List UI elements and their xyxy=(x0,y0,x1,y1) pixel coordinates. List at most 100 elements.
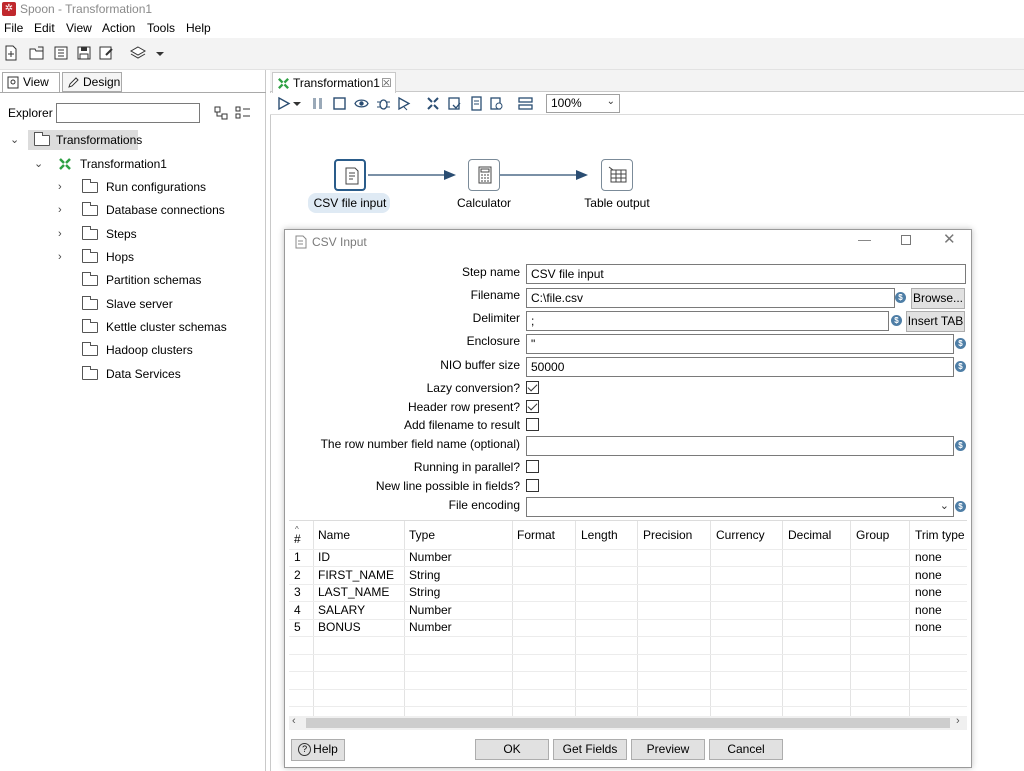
tab-design[interactable]: Design xyxy=(62,72,122,92)
menu-view[interactable]: View xyxy=(66,21,92,35)
grid-header-format[interactable]: Format xyxy=(517,521,555,549)
nio-buffer-size-input[interactable]: 50000 xyxy=(526,357,954,377)
preview-eye-icon[interactable] xyxy=(354,96,369,111)
table-cell-trim[interactable]: none xyxy=(915,548,942,566)
table-cell-trim[interactable]: none xyxy=(915,566,942,584)
tab-transformation1[interactable]: Transformation1 ☒ xyxy=(272,72,396,93)
table-cell-trim[interactable]: none xyxy=(915,618,942,636)
pause-icon[interactable] xyxy=(310,96,325,111)
tree-item-database-connections[interactable]: › Database connections xyxy=(58,200,258,220)
step-csv-file-input[interactable] xyxy=(334,159,366,191)
grid-header-decimal[interactable]: Decimal xyxy=(788,521,831,549)
variable-icon[interactable]: $ xyxy=(891,315,902,326)
table-cell-type[interactable]: String xyxy=(409,566,440,584)
show-results-icon[interactable] xyxy=(518,96,533,111)
ok-button[interactable]: OK xyxy=(475,739,549,760)
grid-header-trim-type[interactable]: Trim type xyxy=(915,521,965,549)
tree-item-partition-schemas[interactable]: Partition schemas xyxy=(58,270,258,290)
tab-view[interactable]: View xyxy=(2,72,60,92)
table-cell-type[interactable]: Number xyxy=(409,548,452,566)
filename-input[interactable]: C:\file.csv xyxy=(526,288,895,308)
grid-header-group[interactable]: Group xyxy=(856,521,889,549)
menu-help[interactable]: Help xyxy=(186,21,211,35)
chevron-right-icon[interactable]: › xyxy=(58,200,70,220)
chevron-down-icon[interactable] xyxy=(152,45,168,61)
tree-item-transformations[interactable]: ⌄ Transformations xyxy=(10,130,260,150)
close-tab-icon[interactable]: ☒ xyxy=(381,73,392,93)
impact-icon[interactable] xyxy=(447,96,462,111)
chevron-right-icon[interactable]: › xyxy=(58,247,70,267)
variable-icon[interactable]: $ xyxy=(895,292,906,303)
variable-icon[interactable]: $ xyxy=(955,361,966,372)
enclosure-input[interactable]: " xyxy=(526,334,954,354)
replay-icon[interactable] xyxy=(396,96,411,111)
chevron-right-icon[interactable]: › xyxy=(58,224,70,244)
new-file-icon[interactable] xyxy=(3,45,19,61)
running-in-parallel-checkbox[interactable] xyxy=(526,460,539,473)
grid-header-length[interactable]: Length xyxy=(581,521,618,549)
tree-item-hops[interactable]: › Hops xyxy=(58,247,258,267)
grid-header-type[interactable]: Type xyxy=(409,521,435,549)
perspective-layers-icon[interactable] xyxy=(130,45,146,61)
step-name-input[interactable]: CSV file input xyxy=(526,264,966,284)
cancel-button[interactable]: Cancel xyxy=(709,739,783,760)
preview-button[interactable]: Preview xyxy=(631,739,705,760)
table-cell-name[interactable]: ID xyxy=(318,548,330,566)
row-number-field-input[interactable] xyxy=(526,436,954,456)
tree-item-slave-server[interactable]: Slave server xyxy=(58,294,258,314)
save-as-icon[interactable] xyxy=(98,45,114,61)
explore-repository-icon[interactable] xyxy=(53,45,69,61)
zoom-select[interactable]: 100% ⌄ xyxy=(546,94,620,113)
run-icon[interactable] xyxy=(276,96,291,111)
step-table-output[interactable] xyxy=(601,159,633,191)
table-cell-type[interactable]: Number xyxy=(409,601,452,619)
stop-icon[interactable] xyxy=(332,96,347,111)
browse-button[interactable]: Browse... xyxy=(911,288,965,309)
tree-item-kettle-cluster-schemas[interactable]: Kettle cluster schemas xyxy=(58,317,258,337)
tree-item-hadoop-clusters[interactable]: Hadoop clusters xyxy=(58,340,258,360)
variable-icon[interactable]: $ xyxy=(955,338,966,349)
help-button[interactable]: ? Help xyxy=(291,739,345,761)
tree-item-steps[interactable]: › Steps xyxy=(58,224,258,244)
table-cell-name[interactable]: SALARY xyxy=(318,601,365,619)
add-filename-checkbox[interactable] xyxy=(526,418,539,431)
tree-item-run-configurations[interactable]: › Run configurations xyxy=(58,177,258,197)
explorer-search-input[interactable] xyxy=(56,103,200,123)
table-cell-type[interactable]: String xyxy=(409,583,440,601)
table-cell-type[interactable]: Number xyxy=(409,618,452,636)
debug-bug-icon[interactable] xyxy=(376,96,391,111)
menu-tools[interactable]: Tools xyxy=(147,21,175,35)
grid-header-precision[interactable]: Precision xyxy=(643,521,692,549)
table-cell-name[interactable]: LAST_NAME xyxy=(318,583,389,601)
collapse-tree-icon[interactable] xyxy=(214,106,228,120)
table-cell-name[interactable]: BONUS xyxy=(318,618,361,636)
menu-action[interactable]: Action xyxy=(102,21,135,35)
scroll-left-icon[interactable]: ‹ xyxy=(292,715,296,727)
variable-icon[interactable]: $ xyxy=(955,440,966,451)
scrollbar-thumb[interactable] xyxy=(306,718,950,728)
variable-icon[interactable]: $ xyxy=(955,501,966,512)
close-icon[interactable]: ✕ xyxy=(943,230,956,248)
header-row-present-checkbox[interactable] xyxy=(526,400,539,413)
menu-file[interactable]: File xyxy=(4,21,23,35)
table-cell-name[interactable]: FIRST_NAME xyxy=(318,566,394,584)
grid-header-name[interactable]: Name xyxy=(318,521,350,549)
tree-item-data-services[interactable]: Data Services xyxy=(58,364,258,384)
save-icon[interactable] xyxy=(76,45,92,61)
delimiter-input[interactable]: ; xyxy=(526,311,889,331)
chevron-right-icon[interactable]: › xyxy=(58,177,70,197)
expand-tree-icon[interactable] xyxy=(235,106,251,120)
new-line-possible-checkbox[interactable] xyxy=(526,479,539,492)
maximize-icon[interactable] xyxy=(901,235,911,245)
open-file-icon[interactable] xyxy=(29,45,45,61)
lazy-conversion-checkbox[interactable] xyxy=(526,381,539,394)
step-calculator[interactable] xyxy=(468,159,500,191)
sql-icon[interactable] xyxy=(469,96,484,111)
table-cell-trim[interactable]: none xyxy=(915,583,942,601)
menu-edit[interactable]: Edit xyxy=(34,21,55,35)
tree-item-transformation1[interactable]: ⌄ Transformation1 xyxy=(34,154,254,174)
run-options-chevron-icon[interactable] xyxy=(292,96,302,111)
chevron-down-icon[interactable]: ⌄ xyxy=(34,154,46,174)
explore-db-icon[interactable] xyxy=(489,96,504,111)
minimize-icon[interactable]: — xyxy=(858,232,871,247)
